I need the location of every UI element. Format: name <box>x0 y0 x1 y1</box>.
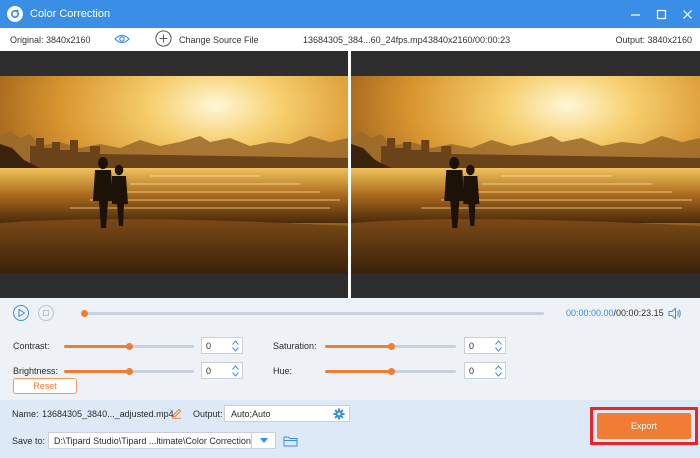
brightness-slider-knob[interactable] <box>126 368 133 375</box>
maximize-button[interactable] <box>648 0 674 28</box>
change-source-file-button[interactable]: Change Source File <box>179 35 259 45</box>
hue-slider[interactable] <box>325 368 456 375</box>
saturation-slider[interactable] <box>325 343 456 350</box>
brightness-slider[interactable] <box>64 368 194 375</box>
brightness-slider-fill <box>64 370 129 373</box>
hue-slider-knob[interactable] <box>387 368 395 375</box>
output-preview <box>351 76 700 274</box>
edit-icon[interactable] <box>171 408 182 419</box>
timeline-slider[interactable] <box>81 310 544 317</box>
title-bar: Color Correction <box>0 0 700 28</box>
contrast-slider-knob[interactable] <box>126 343 133 350</box>
timeline-knob[interactable] <box>81 310 88 317</box>
add-source-icon[interactable] <box>155 30 172 47</box>
save-to-label: Save to: <box>12 436 46 446</box>
contrast-value[interactable]: 0 <box>202 341 230 351</box>
saturation-slider-knob[interactable] <box>387 343 395 350</box>
output-resolution: Output: 3840x2160 <box>615 34 692 45</box>
source-file-meta: 3840x2160/00:00:23 <box>428 34 511 45</box>
total-time: /00:00:23.15 <box>613 308 664 318</box>
contrast-stepper[interactable]: 0 <box>201 337 243 354</box>
chevron-down-icon[interactable] <box>494 371 502 377</box>
contrast-slider-fill <box>64 345 129 348</box>
window-title: Color Correction <box>30 8 111 20</box>
hue-slider-fill <box>325 370 391 373</box>
original-video-frame <box>0 76 348 274</box>
close-button[interactable] <box>674 0 700 28</box>
output-label: Output: <box>193 409 223 419</box>
saturation-label: Saturation: <box>273 341 317 351</box>
save-path-dropdown-toggle[interactable] <box>251 433 275 448</box>
brightness-stepper[interactable]: 0 <box>201 362 243 379</box>
original-resolution: Original: 3840x2160 <box>10 34 91 45</box>
output-file-name: 13684305_3840..._adjusted.mp4 <box>42 409 174 419</box>
chevron-down-icon[interactable] <box>231 371 239 377</box>
video-preview-area <box>0 51 700 298</box>
stop-button[interactable] <box>38 305 54 321</box>
time-readout: 00:00:00.00/00:00:23.15 <box>566 308 664 318</box>
minimize-icon <box>630 13 640 16</box>
export-button[interactable]: Export <box>597 413 691 439</box>
contrast-label: Contrast: <box>13 341 50 351</box>
name-label: Name: <box>12 409 39 419</box>
output-format-field[interactable]: Auto;Auto <box>224 405 350 422</box>
gear-icon[interactable] <box>333 408 345 420</box>
saturation-slider-fill <box>325 345 391 348</box>
chevron-up-icon[interactable] <box>231 364 239 370</box>
adjustments-panel: Contrast: 0 Saturation: 0 Brightness: 0 <box>0 330 700 398</box>
hue-stepper[interactable]: 0 <box>464 362 506 379</box>
hue-label: Hue: <box>273 366 293 376</box>
playback-bar: 00:00:00.00/00:00:23.15 <box>0 298 700 330</box>
brightness-value[interactable]: 0 <box>202 366 230 376</box>
hue-value[interactable]: 0 <box>465 366 493 376</box>
maximize-icon <box>656 9 666 19</box>
chevron-up-icon[interactable] <box>494 339 502 345</box>
info-bar: Original: 3840x2160 Change Source File 1… <box>0 28 700 51</box>
close-icon <box>682 9 692 19</box>
output-video-frame <box>351 76 700 274</box>
original-preview <box>0 76 348 274</box>
reset-button[interactable]: Reset <box>13 378 77 394</box>
volume-icon[interactable] <box>668 307 682 320</box>
app-logo-icon <box>7 6 23 22</box>
chevron-up-icon[interactable] <box>494 364 502 370</box>
folder-icon[interactable] <box>283 435 298 447</box>
source-file-name: 13684305_384...60_24fps.mp4 <box>303 34 428 45</box>
contrast-slider[interactable] <box>64 343 194 350</box>
play-icon <box>18 309 25 317</box>
save-path-value: D:\Tipard Studio\Tipard ...ltimate\Color… <box>54 435 251 446</box>
eye-icon[interactable] <box>114 33 130 45</box>
caret-down-icon <box>259 438 268 443</box>
minimize-button[interactable] <box>622 0 648 28</box>
chevron-down-icon[interactable] <box>494 346 502 352</box>
stop-icon <box>43 310 49 316</box>
save-path-dropdown[interactable]: D:\Tipard Studio\Tipard ...ltimate\Color… <box>48 432 276 449</box>
current-time: 00:00:00.00 <box>566 308 614 318</box>
saturation-value[interactable]: 0 <box>465 341 493 351</box>
play-button[interactable] <box>13 305 29 321</box>
output-format-value: Auto;Auto <box>231 408 271 419</box>
chevron-down-icon[interactable] <box>231 346 239 352</box>
chevron-up-icon[interactable] <box>231 339 239 345</box>
brightness-label: Brightness: <box>13 366 59 376</box>
saturation-stepper[interactable]: 0 <box>464 337 506 354</box>
